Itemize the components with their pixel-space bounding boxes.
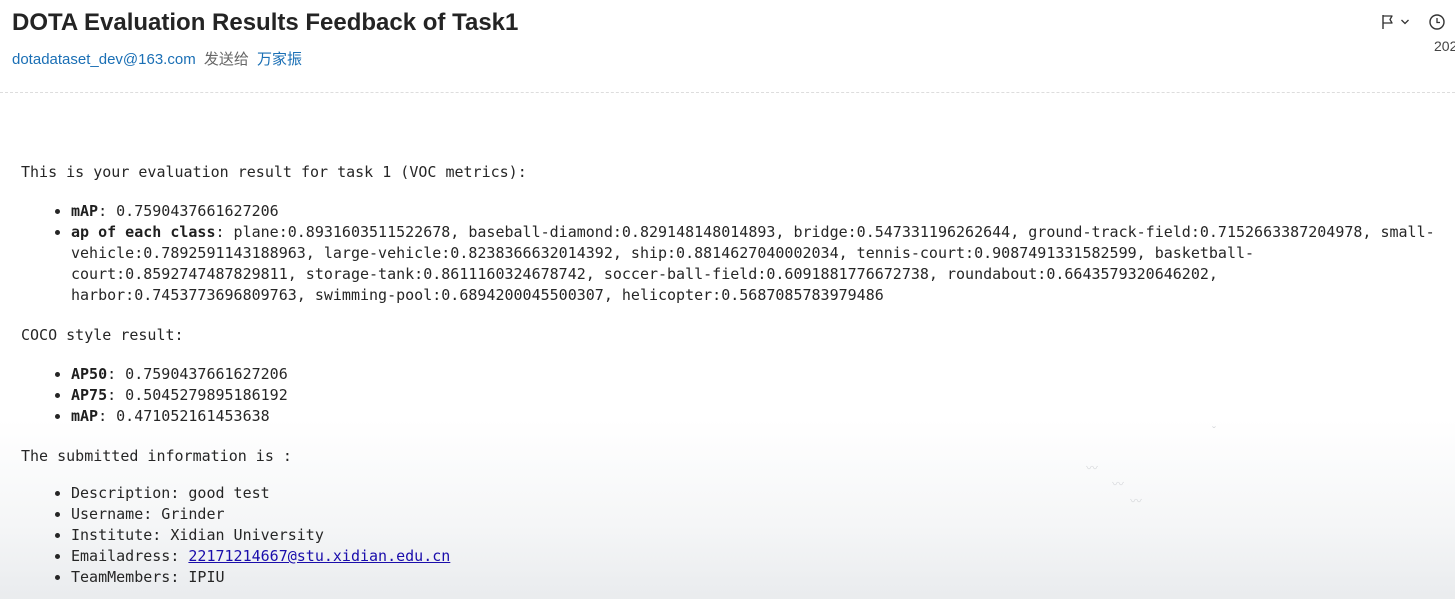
list-item: Institute: Xidian University [71,525,1451,546]
coco-value: : 0.471052161453638 [98,407,270,425]
email-body: This is your evaluation result for task … [21,162,1451,588]
list-item: mAP: 0.7590437661627206 [71,201,1451,222]
ap-each-class-value: : plane:0.8931603511522678, baseball-dia… [71,223,1435,304]
chevron-down-icon [1401,19,1409,25]
email-link[interactable]: 22171214667@stu.xidian.edu.cn [188,547,450,565]
coco-value: : 0.7590437661627206 [107,365,288,383]
coco-label: mAP [71,407,99,425]
coco-label: AP50 [71,365,108,383]
email-header: DOTA Evaluation Results Feedback of Task… [0,0,1455,93]
submitted-heading: The submitted information is : [21,447,292,465]
voc-map-label: mAP [71,202,99,220]
coco-value: : 0.5045279895186192 [107,386,288,404]
list-item: mAP: 0.471052161453638 [71,406,1451,427]
voc-map-value: : 0.7590437661627206 [98,202,279,220]
list-item: Description: good test [71,483,1451,504]
list-item: Emailadress: 22171214667@stu.xidian.edu.… [71,546,1451,567]
coco-results-list: AP50: 0.7590437661627206 AP75: 0.5045279… [21,364,1451,427]
submitted-info-list: Description: good test Username: Grinder… [21,483,1451,588]
voc-intro: This is your evaluation result for task … [21,163,527,181]
sender-address[interactable]: dotadataset_dev@163.com [12,51,196,68]
list-item: TeamMembers: IPIU [71,567,1451,588]
ap-each-class-label: ap of each class [71,223,216,241]
list-item: ap of each class: plane:0.89316035115226… [71,222,1451,306]
email-subject: DOTA Evaluation Results Feedback of Task… [12,9,519,36]
email-address-label: Emailadress: [71,547,189,565]
voc-results-list: mAP: 0.7590437661627206 ap of each class… [21,201,1451,306]
recipient-name[interactable]: 万家振 [257,51,302,68]
coco-label: AP75 [71,386,108,404]
sent-to-label: 发送给 [203,51,249,68]
flag-button[interactable] [1380,12,1416,32]
flag-icon [1382,15,1393,29]
sender-line: dotadataset_dev@163.com 发送给 万家振 [12,48,302,69]
sent-date: 202 [1434,38,1455,54]
list-item: AP75: 0.5045279895186192 [71,385,1451,406]
list-item: Username: Grinder [71,504,1451,525]
clock-icon [1429,14,1445,30]
coco-heading: COCO style result: [21,326,184,344]
list-item: AP50: 0.7590437661627206 [71,364,1451,385]
